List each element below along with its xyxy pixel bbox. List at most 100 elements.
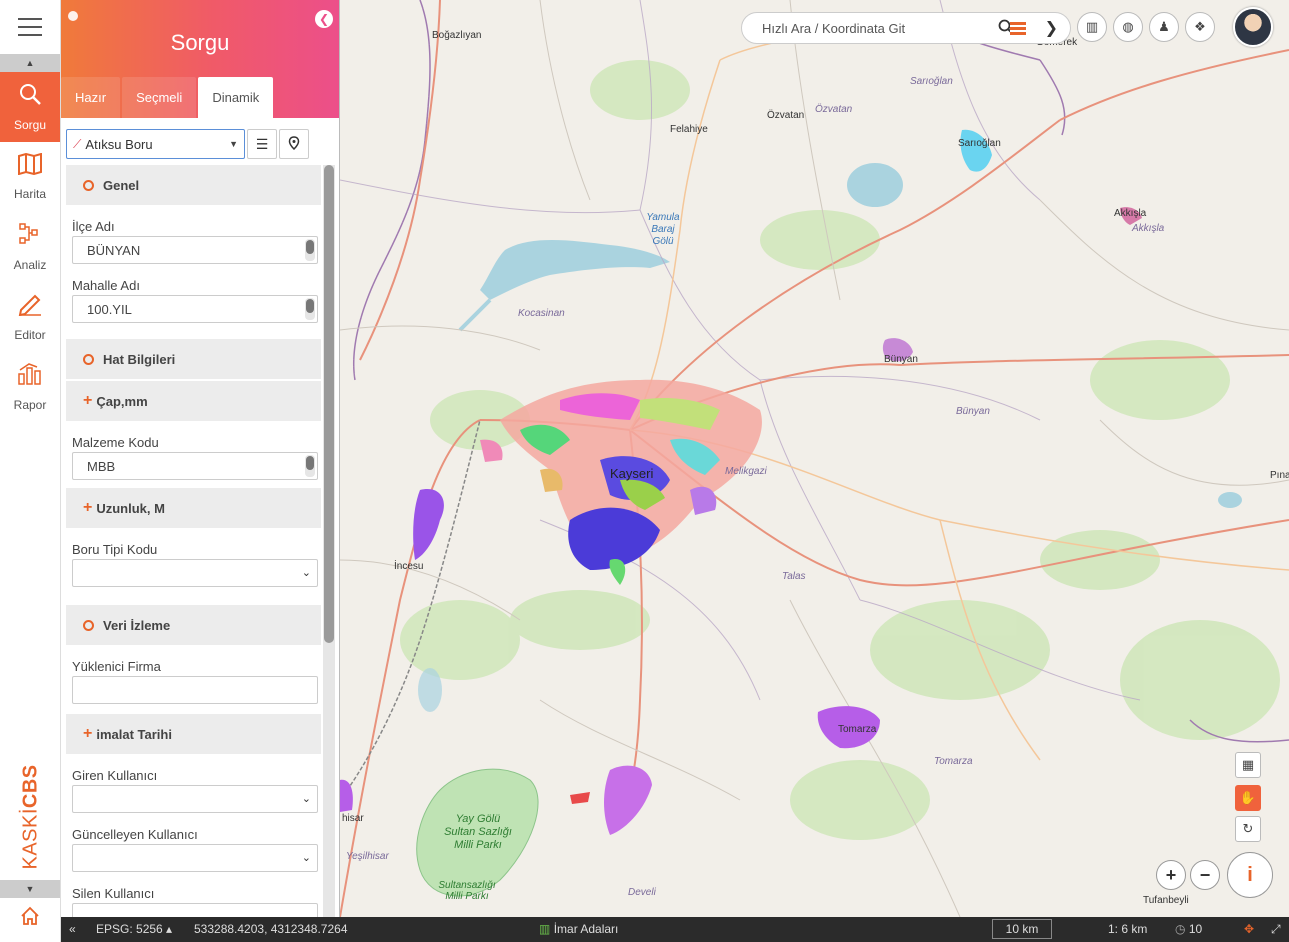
layout-toggle-button[interactable]: ▥ [1077, 12, 1107, 42]
zoom-in-button[interactable]: + [1156, 860, 1186, 890]
map-canvas[interactable] [340, 0, 1289, 917]
map-view[interactable]: Boğazlıyan Felahiye Özvatan Özvatan Sarı… [340, 0, 1289, 917]
left-rail: ▲ Sorgu Harita Analiz Editor Rapor KASKİ… [0, 0, 61, 942]
plus-icon: + [83, 392, 93, 409]
map-label-tomarza: Tomarza [838, 724, 877, 735]
chevron-left-icon: ❮ [318, 12, 330, 26]
info-button[interactable]: i [1227, 852, 1273, 898]
rail-scroll-up[interactable]: ▲ [0, 54, 60, 72]
section-title: Genel [103, 177, 140, 193]
silen-select[interactable]: ⌄ [72, 903, 318, 917]
zoom-level-indicator: ◷ 10 [1175, 922, 1202, 936]
fullscreen-icon[interactable]: ⤢ [1271, 922, 1281, 937]
malzeme-listbox[interactable]: MBB [72, 452, 318, 480]
section-genel[interactable]: Genel [66, 165, 321, 205]
layers-button[interactable]: ❖ [1185, 12, 1215, 42]
zoom-icon: ◷ [1175, 922, 1186, 936]
list-icon: ☰ [255, 135, 269, 152]
chevron-down-icon: ⌄ [301, 567, 311, 579]
chevron-right-icon[interactable]: ❯ [1045, 18, 1058, 38]
map-label-talas: Talas [782, 571, 806, 582]
map-label-felahiye: Felahiye [670, 124, 708, 135]
map-label-bunyan: Bünyan [884, 354, 918, 365]
zoom-out-button[interactable]: − [1190, 860, 1220, 890]
rail-item-analiz[interactable]: Analiz [0, 212, 60, 282]
panel-pin-icon[interactable] [68, 11, 78, 21]
query-panel: Sorgu ❮ Hazır Seçmeli Dinamik ⟋ Atıksu B… [61, 0, 340, 917]
layer-select[interactable]: ⟋ Atıksu Boru ▼ [66, 129, 245, 159]
pan-button[interactable]: ✋ [1235, 785, 1261, 811]
brand-logo-part-a: KASKİ [19, 808, 42, 870]
street-view-button[interactable]: ♟ [1149, 12, 1179, 42]
listbox-scrollbar[interactable] [305, 298, 315, 320]
rail-item-harita[interactable]: Harita [0, 142, 60, 212]
map-label-ozvatan: Özvatan [767, 110, 805, 121]
circle-icon [83, 353, 94, 365]
yuklenici-input[interactable] [72, 676, 318, 704]
crosshair-icon[interactable]: ✥ [1244, 922, 1254, 936]
section-hat-bilgileri[interactable]: Hat Bilgileri [66, 339, 321, 379]
user-avatar[interactable] [1233, 7, 1273, 47]
quick-search-input[interactable]: Hızlı Ara / Koordinata Git ❯ [741, 12, 1071, 44]
boru-tipi-select[interactable]: ⌄ [72, 559, 318, 587]
guncelleyen-select[interactable]: ⌄ [72, 844, 318, 872]
active-layer-indicator[interactable]: ▥ İmar Adaları [539, 922, 618, 936]
coordinate-flag-icon[interactable] [1010, 22, 1026, 35]
home-icon [20, 906, 40, 932]
minus-icon: − [1199, 864, 1211, 885]
map-label-develi: Develi [628, 887, 656, 898]
tab-dinamik[interactable]: Dinamik [198, 77, 274, 118]
section-cap[interactable]: + Çap,mm [66, 381, 321, 421]
map-label-akkisla-district: Akkışla [1132, 223, 1165, 234]
giren-select[interactable]: ⌄ [72, 785, 318, 813]
map-label-akkisla: Akkışla [1114, 208, 1147, 219]
map-label-yesilhisar: Yeşilhisar [346, 851, 389, 862]
grid-button[interactable]: ▦ [1235, 752, 1261, 778]
map-label-melikgazi: Melikgazi [725, 466, 767, 477]
columns-icon: ▥ [1085, 19, 1099, 34]
map-pin-icon [288, 135, 300, 153]
map-label-sultansazligi-park: Sultansazlığı Milli Parkı [438, 880, 496, 902]
epsg-selector[interactable]: EPSG: 5256 ▴ [96, 922, 172, 936]
panel-collapse-button[interactable]: ❮ [315, 10, 333, 28]
home-button[interactable] [0, 902, 60, 936]
rail-item-rapor[interactable]: Rapor [0, 352, 60, 422]
scale-bar: 10 km [992, 919, 1052, 939]
tab-secmeli[interactable]: Seçmeli [122, 77, 197, 118]
info-icon: i [1247, 863, 1253, 886]
map-label-kayseri: Kayseri [610, 466, 654, 481]
map-label-tufanbeyli: Tufanbeyli [1143, 895, 1189, 906]
rail-item-editor[interactable]: Editor [0, 282, 60, 352]
section-imalat-tarihi[interactable]: + imalat Tarihi [66, 714, 321, 754]
chevron-down-icon: ⌄ [301, 793, 311, 805]
circle-icon [83, 179, 94, 191]
location-button[interactable] [279, 129, 309, 159]
listbox-scrollbar[interactable] [305, 455, 315, 477]
menu-button[interactable] [0, 0, 60, 54]
tab-hazir[interactable]: Hazır [61, 77, 121, 118]
section-veri-izleme[interactable]: Veri İzleme [66, 605, 321, 645]
epsg-value: EPSG: 5256 [96, 922, 163, 936]
rail-label: Analiz [13, 258, 47, 272]
mahalle-value: 100.YIL [87, 301, 132, 317]
rail-item-sorgu[interactable]: Sorgu [0, 72, 60, 142]
map-label-sultan-sazligi: Yay Gölü Sultan Sazlığı Milli Parkı [444, 813, 512, 851]
globe-icon: ◍ [1122, 19, 1134, 34]
hamburger-icon [18, 18, 42, 36]
globe-button[interactable]: ◍ [1113, 12, 1143, 42]
mahalle-listbox[interactable]: 100.YIL [72, 295, 318, 323]
map-label-incesu: İncesu [394, 561, 424, 572]
listbox-scrollbar[interactable] [305, 239, 315, 261]
refresh-button[interactable]: ↻ [1235, 816, 1261, 842]
section-uzunluk[interactable]: + Uzunluk, M [66, 488, 321, 528]
cursor-coordinates: 533288.4203, 4312348.7264 [194, 922, 348, 936]
layer-toolbar: ⟋ Atıksu Boru ▼ ☰ [66, 129, 309, 159]
analysis-icon [18, 222, 42, 252]
list-button[interactable]: ☰ [247, 129, 277, 159]
rail-scroll-down[interactable]: ▼ [0, 880, 60, 898]
map-label-sarioglan: Sarıoğlan [958, 138, 1001, 149]
panel-scrollbar-thumb[interactable] [324, 165, 334, 643]
yuklenici-label: Yüklenici Firma [72, 659, 161, 674]
status-collapse-button[interactable]: « [69, 922, 76, 936]
ilce-listbox[interactable]: BÜNYAN [72, 236, 318, 264]
